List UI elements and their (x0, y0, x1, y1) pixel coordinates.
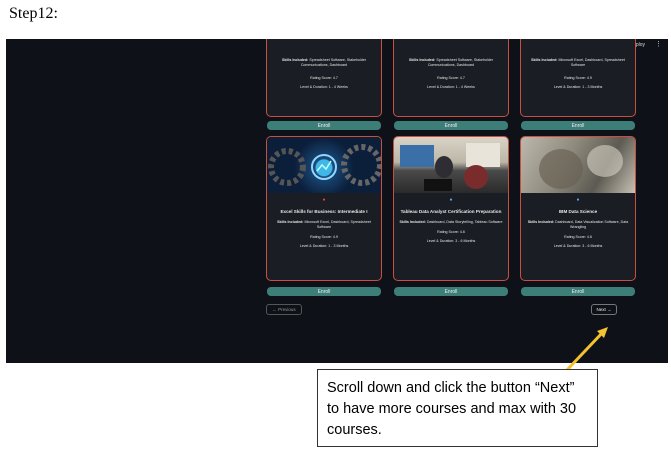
skills-text: Skills Included: Spreadsheet Software, S… (408, 58, 494, 67)
level-text: Level & Duration: 1 - 3 Months (553, 85, 603, 89)
course-thumbnail (521, 137, 635, 193)
enroll-button[interactable]: Enroll (267, 287, 381, 296)
skills-text: Skills Included: Dashboard, Data Storyte… (399, 220, 503, 224)
course-title: IBM Data Science (558, 209, 598, 214)
enroll-button[interactable]: Enroll (394, 287, 508, 296)
kebab-menu-icon[interactable]: ⋮ (655, 41, 662, 48)
blurred-image (539, 145, 623, 189)
course-card: Skills Included: Microsoft Excel, Dashbo… (520, 39, 636, 117)
rating-text: Rating Score: 4.7 (310, 76, 338, 80)
meeting-image (400, 143, 500, 191)
rating-text: Rating Score: 4.7 (437, 76, 465, 80)
level-text: Level & Duration: 1 - 4 Weeks (300, 85, 348, 89)
next-button[interactable]: Next → (591, 304, 617, 315)
previous-button[interactable]: ← Previous (266, 304, 302, 315)
rating-text: Rating Score: 4.6 (437, 230, 465, 234)
course-title: Excel Skills for Business: Intermediate … (280, 209, 368, 214)
course-logo-icon: ● (322, 197, 326, 203)
instruction-callout: Scroll down and click the button “Next” … (317, 369, 598, 447)
level-text: Level & Duration: 3 - 6 Months (426, 239, 476, 243)
course-card: ● Tableau Data Analyst Certification Pre… (393, 136, 509, 281)
enroll-button[interactable]: Enroll (267, 121, 381, 130)
course-logo-icon: ● (576, 197, 580, 203)
course-card: Skills Included: Spreadsheet Software, S… (393, 39, 509, 117)
rating-text: Rating Score: 4.6 (564, 235, 592, 239)
course-thumbnail (394, 137, 508, 193)
skills-text: Skills Included: Microsoft Excel, Dashbo… (277, 220, 371, 229)
enroll-button[interactable]: Enroll (394, 121, 508, 130)
course-logo-icon: ● (449, 197, 453, 203)
course-title: Tableau Data Analyst Certification Prepa… (400, 209, 502, 214)
gears-image (268, 144, 381, 186)
app-screenshot: Deploy ⋮ Skills Included: Spreadsheet So… (6, 39, 668, 363)
course-card: ● Excel Skills for Business: Intermediat… (266, 136, 382, 281)
level-text: Level & Duration: 1 - 3 Months (299, 244, 349, 248)
skills-text: Skills Included: Microsoft Excel, Dashbo… (531, 58, 625, 67)
course-card: ● IBM Data Science Skills Included: Dash… (520, 136, 636, 281)
step-label: Step12: (9, 5, 58, 22)
rating-text: Rating Score: 4.9 (310, 235, 338, 239)
rating-text: Rating Score: 4.9 (564, 76, 592, 80)
enroll-button[interactable]: Enroll (521, 121, 635, 130)
course-thumbnail (267, 137, 381, 193)
enroll-button[interactable]: Enroll (521, 287, 635, 296)
level-text: Level & Duration: 3 - 6 Months (553, 244, 603, 248)
course-card: Skills Included: Spreadsheet Software, S… (266, 39, 382, 117)
skills-text: Skills Included: Dashboard, Data Visuali… (527, 220, 629, 229)
skills-text: Skills Included: Spreadsheet Software, S… (281, 58, 367, 67)
level-text: Level & Duration: 1 - 4 Weeks (427, 85, 475, 89)
